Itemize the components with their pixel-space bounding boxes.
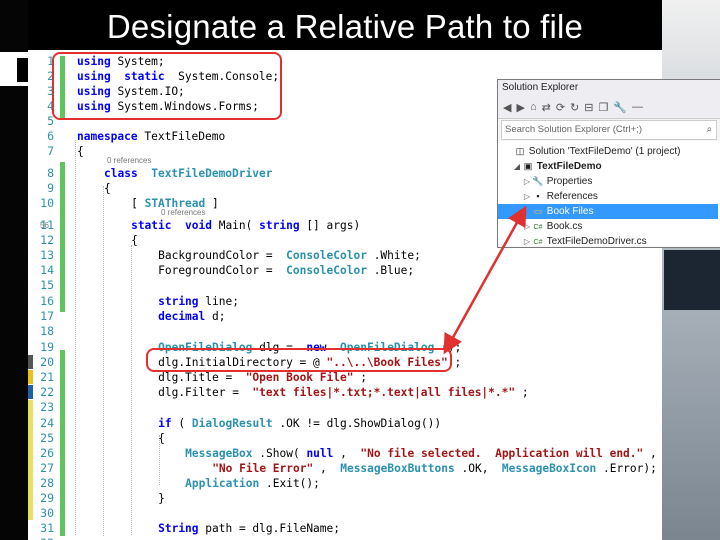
connector-arrow — [443, 205, 527, 355]
double-arrow — [443, 205, 527, 355]
